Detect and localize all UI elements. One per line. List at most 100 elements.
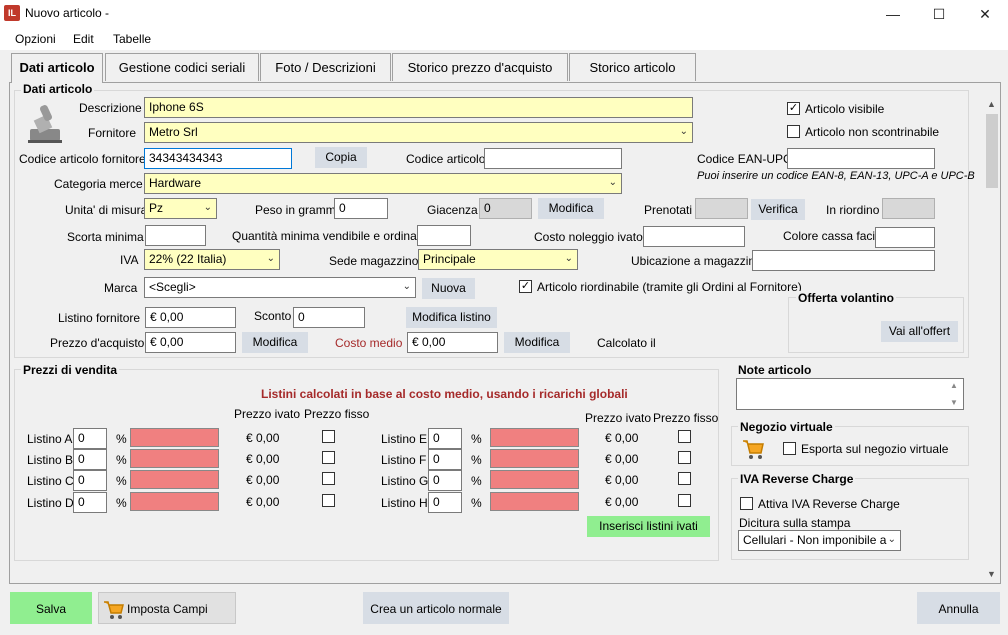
fornitore-select[interactable]: Metro Srl ⌄: [144, 122, 693, 143]
scorta-input[interactable]: [145, 225, 206, 246]
riordinabile-checkbox[interactable]: ✓: [519, 280, 532, 293]
listino-ivato: € 0,00: [246, 431, 280, 445]
ubicazione-input[interactable]: [752, 250, 935, 271]
listino-price-input[interactable]: [490, 492, 579, 511]
listino-price-input[interactable]: [490, 449, 579, 468]
listino-price-input[interactable]: [490, 428, 579, 447]
modifica-acquisto-button[interactable]: Modifica: [242, 332, 308, 353]
noleggio-input[interactable]: [643, 226, 745, 247]
giacenza-label: Giacenza: [427, 203, 478, 217]
costo-medio-input[interactable]: € 0,00: [407, 332, 498, 353]
scrollbar-thumb[interactable]: [986, 114, 998, 188]
scorta-label: Scorta minima: [67, 230, 144, 244]
annulla-button[interactable]: Annulla: [917, 592, 1000, 624]
modifica-listino-button[interactable]: Modifica listino: [406, 307, 497, 328]
listino-ivato: € 0,00: [246, 473, 280, 487]
inserisci-listini-button[interactable]: Inserisci listini ivati: [587, 516, 710, 537]
verifica-button[interactable]: Verifica: [751, 199, 805, 220]
sede-value: Principale: [423, 252, 476, 266]
listino-fisso-checkbox[interactable]: [678, 451, 691, 464]
modifica-costo-button[interactable]: Modifica: [504, 332, 570, 353]
marca-select[interactable]: <Scegli> ⌄: [144, 277, 416, 298]
codice-articolo-input[interactable]: [484, 148, 622, 169]
dicitura-select[interactable]: Cellulari - Non imponibile a ⌄: [738, 530, 901, 551]
listino-fornitore-input[interactable]: € 0,00: [145, 307, 236, 328]
offerta-title: Offerta volantino: [796, 291, 897, 305]
menu-edit[interactable]: Edit: [73, 32, 94, 46]
visibile-label: Articolo visibile: [805, 102, 885, 116]
nuova-button[interactable]: Nuova: [422, 278, 475, 299]
listino-price-input[interactable]: [130, 492, 219, 511]
iva-select[interactable]: 22% (22 Italia) ⌄: [144, 249, 280, 270]
visibile-checkbox[interactable]: ✓: [787, 102, 800, 115]
ean-input[interactable]: [787, 148, 935, 169]
listino-pct-input[interactable]: 0: [73, 449, 107, 470]
listino-pct-input[interactable]: 0: [428, 470, 462, 491]
listino-fisso-checkbox[interactable]: [678, 472, 691, 485]
dicitura-value: Cellulari - Non imponibile a: [743, 533, 887, 547]
listino-fisso-checkbox[interactable]: [322, 451, 335, 464]
salva-button[interactable]: Salva: [10, 592, 92, 624]
listino-pct-input[interactable]: 0: [73, 492, 107, 513]
listino-pct-input[interactable]: 0: [73, 428, 107, 449]
tab-storico-prezzo[interactable]: Storico prezzo d'acquisto: [392, 53, 568, 81]
peso-label: Peso in grammi: [255, 203, 339, 217]
menu-bar: [0, 28, 1008, 50]
descrizione-input[interactable]: Iphone 6S: [144, 97, 693, 118]
tab-foto-descrizioni[interactable]: Foto / Descrizioni: [260, 53, 391, 81]
prezzo-acquisto-input[interactable]: € 0,00: [145, 332, 236, 353]
codice-fornitore-input[interactable]: 34343434343: [144, 148, 292, 169]
sede-select[interactable]: Principale ⌄: [418, 249, 578, 270]
listino-fisso-checkbox[interactable]: [322, 494, 335, 507]
listino-pct-input[interactable]: 0: [428, 449, 462, 470]
listino-fisso-checkbox[interactable]: [322, 472, 335, 485]
scroll-down-icon[interactable]: ▼: [987, 569, 996, 579]
scroll-up-icon[interactable]: ▲: [987, 99, 996, 109]
listino-label: Listino G: [381, 474, 429, 488]
attiva-reverse-checkbox[interactable]: [740, 497, 753, 510]
nonscontrinabile-checkbox[interactable]: [787, 125, 800, 138]
listino-price-input[interactable]: [490, 470, 579, 489]
colore-input[interactable]: [875, 227, 935, 248]
esporta-checkbox[interactable]: [783, 442, 796, 455]
um-select[interactable]: Pz ⌄: [144, 198, 217, 219]
prezzi-title: Prezzi di vendita: [21, 363, 120, 377]
listino-fisso-checkbox[interactable]: [322, 430, 335, 443]
descrizione-label: Descrizione: [79, 101, 142, 115]
vai-offerta-button[interactable]: Vai all'offert: [881, 321, 958, 342]
peso-input[interactable]: 0: [334, 198, 388, 219]
marca-value: <Scegli>: [149, 280, 196, 294]
listino-price-input[interactable]: [130, 470, 219, 489]
scroll-up-icon[interactable]: ▲: [950, 381, 958, 390]
tab-codici-seriali[interactable]: Gestione codici seriali: [105, 53, 259, 81]
col-fisso-right: Prezzo fisso: [653, 411, 719, 425]
listino-pct-input[interactable]: 0: [428, 492, 462, 513]
tab-dati-articolo[interactable]: Dati articolo: [11, 53, 103, 83]
stamp-icon: [28, 105, 62, 143]
copia-button[interactable]: Copia: [315, 147, 367, 168]
fornitore-value: Metro Srl: [149, 125, 198, 139]
listino-fisso-checkbox[interactable]: [678, 430, 691, 443]
qmin-input[interactable]: [417, 225, 471, 246]
categoria-select[interactable]: Hardware ⌄: [144, 173, 622, 194]
crea-articolo-button[interactable]: Crea un articolo normale: [363, 592, 509, 624]
listino-price-input[interactable]: [130, 428, 219, 447]
listino-price-input[interactable]: [130, 449, 219, 468]
listino-fisso-checkbox[interactable]: [678, 494, 691, 507]
maximize-icon[interactable]: ☐: [916, 0, 962, 28]
tab-storico-articolo[interactable]: Storico articolo: [569, 53, 696, 81]
scroll-down-icon[interactable]: ▼: [950, 398, 958, 407]
minimize-icon[interactable]: —: [870, 0, 916, 28]
listino-pct-input[interactable]: 0: [73, 470, 107, 491]
imposta-campi-web-button[interactable]: Imposta Campi Web: [98, 592, 236, 635]
close-icon[interactable]: ✕: [962, 0, 1008, 28]
sconto-input[interactable]: 0: [293, 307, 365, 328]
modifica-giacenza-button[interactable]: Modifica: [538, 198, 604, 219]
listino-pct-input[interactable]: 0: [428, 428, 462, 449]
note-title: Note articolo: [738, 363, 812, 377]
note-textarea[interactable]: [736, 378, 964, 410]
chevron-down-icon: ⌄: [564, 253, 573, 264]
menu-tabelle[interactable]: Tabelle: [113, 32, 151, 46]
col-ivato-right: Prezzo ivato: [585, 411, 652, 425]
menu-opzioni[interactable]: Opzioni: [15, 32, 56, 46]
